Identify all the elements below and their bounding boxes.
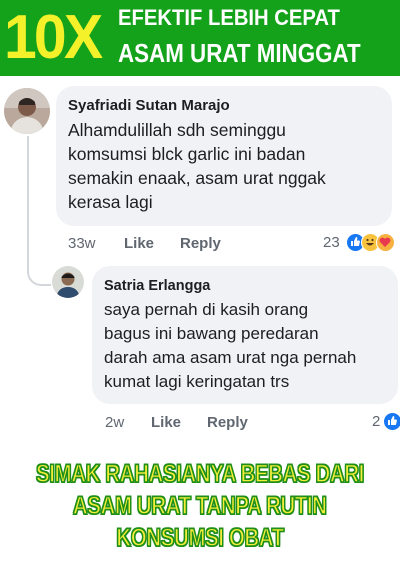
promo-section: SIMAK RAHASIANYA BEBAS DARI ASAM URAT TA…: [0, 430, 400, 566]
love-icon: [376, 233, 395, 252]
promo-line-2-text: ASAM URAT TANPA RUTIN: [73, 491, 328, 520]
banner-line-1: EFEKTIF LEBIH CEPAT: [118, 5, 340, 30]
comment-line: kerasa lagi: [68, 192, 153, 212]
reply-button[interactable]: Reply: [180, 235, 221, 252]
comment-text: Alhamdulillah sdh seminggu komsumsi blck…: [68, 120, 326, 216]
reply-button[interactable]: Reply: [207, 414, 248, 431]
comment-bubble: Syafriadi Sutan Marajo Alhamdulillah sdh…: [56, 86, 392, 226]
comment-line: bagus ini bawang peredaran: [104, 324, 319, 343]
promo-line-1-text: SIMAK RAHASIANYA BEBAS DARI: [35, 459, 365, 488]
comment-text: saya pernah di kasih orang bagus ini baw…: [104, 300, 356, 396]
headline-banner: 10X EFEKTIF LEBIH CEPAT ASAM URAT MINGGA…: [0, 0, 400, 76]
reply-thread-connector: [27, 136, 51, 286]
comment-line: kumat lagi keringatan trs: [104, 372, 290, 391]
comment-timestamp: 2w: [105, 414, 125, 431]
comment-line: Alhamdulillah sdh seminggu: [68, 120, 286, 140]
comment-line: darah ama asam urat nga pernah: [104, 348, 357, 367]
avatar[interactable]: [4, 88, 50, 134]
avatar[interactable]: [52, 266, 84, 298]
comment-author[interactable]: Syafriadi Sutan Marajo: [68, 97, 230, 114]
reaction-count[interactable]: 2: [372, 413, 380, 430]
comment-timestamp: 33w: [68, 235, 96, 252]
banner-10x-text: 10X: [4, 3, 103, 72]
reaction-count[interactable]: 23: [323, 234, 340, 251]
promo-line-2: ASAM URAT TANPA RUTIN: [0, 491, 400, 521]
like-button[interactable]: Like: [151, 414, 181, 431]
comment-actions: 33w Like Reply: [68, 235, 308, 255]
comment-line: semakin enaak, asam urat nggak: [68, 168, 326, 188]
comment-line: komsumsi blck garlic ini badan: [68, 144, 306, 164]
promo-line-3-text: KONSUMSI OBAT: [116, 523, 285, 552]
banner-line-2: ASAM URAT MINGGAT: [118, 38, 361, 68]
like-icon: [383, 412, 400, 431]
comment-author[interactable]: Satria Erlangga: [104, 278, 210, 294]
comment-line: saya pernah di kasih orang: [104, 300, 309, 319]
comment-thread: Syafriadi Sutan Marajo Alhamdulillah sdh…: [0, 76, 400, 431]
promo-line-3: KONSUMSI OBAT: [0, 523, 400, 553]
comment-bubble: Satria Erlangga saya pernah di kasih ora…: [92, 266, 398, 404]
like-button[interactable]: Like: [124, 235, 154, 252]
promo-line-1: SIMAK RAHASIANYA BEBAS DARI: [0, 459, 400, 489]
